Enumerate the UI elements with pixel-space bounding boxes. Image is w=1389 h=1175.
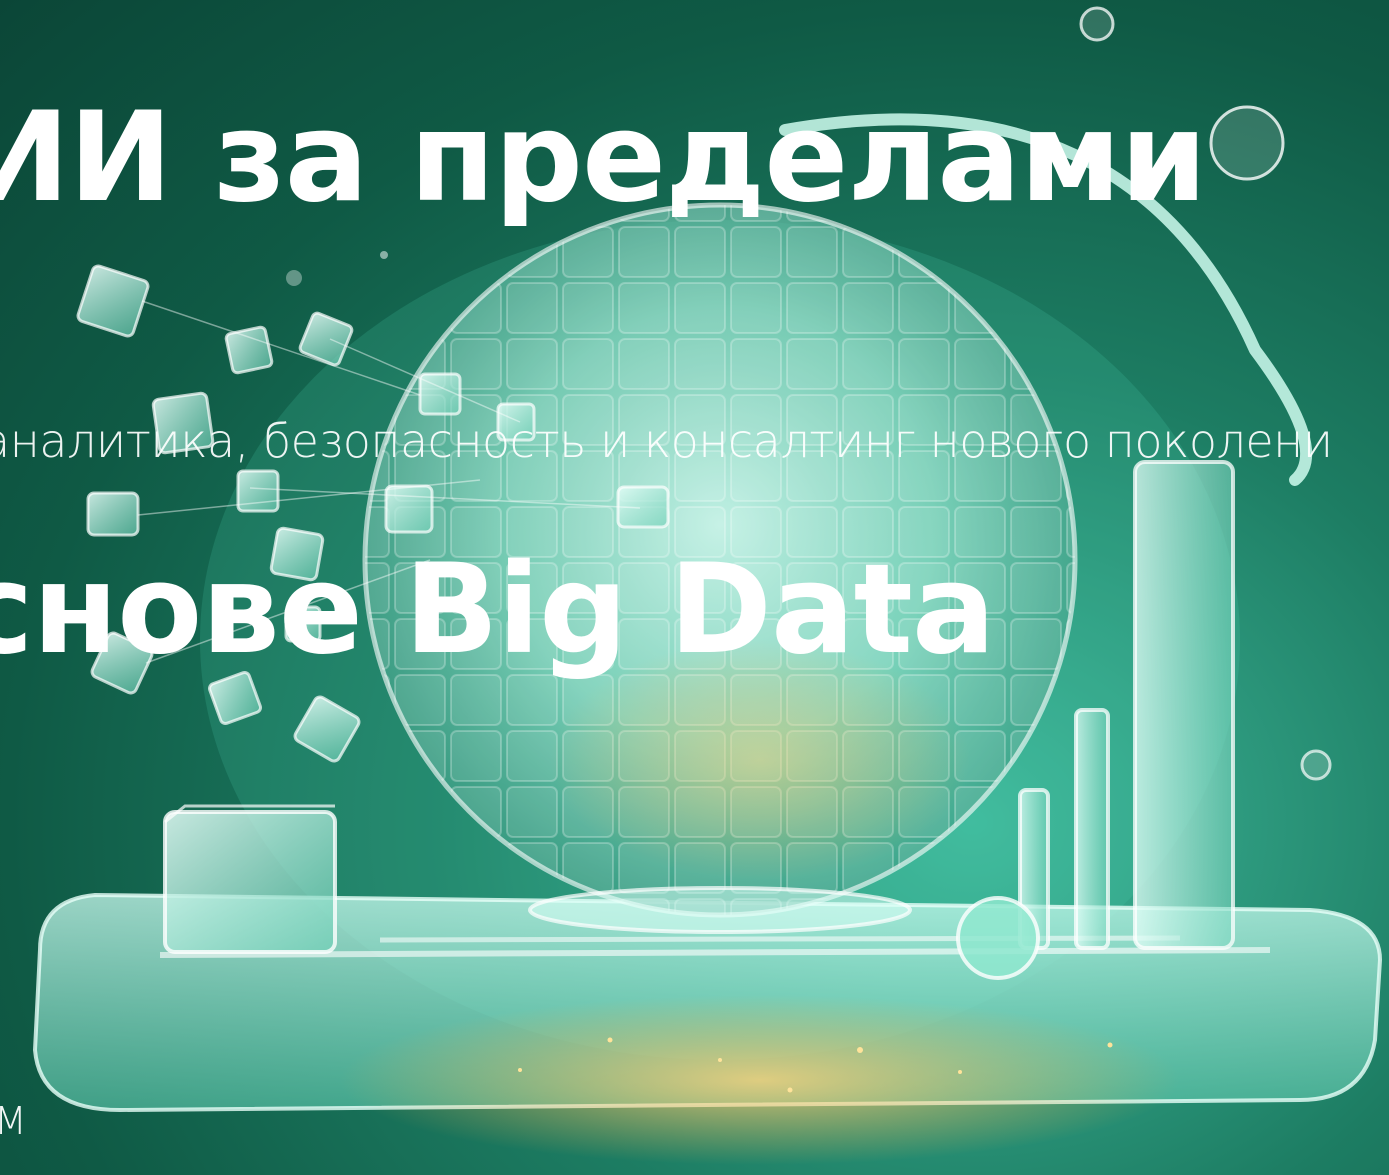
footer-text: М [0, 1099, 27, 1143]
hero-text-layer: ИИ за пределами аналитика, безопасность … [0, 0, 1389, 1175]
hero-banner: ИИ за пределами аналитика, безопасность … [0, 0, 1389, 1175]
headline-line-1: ИИ за пределами [0, 86, 1207, 230]
headline-line-2: снове Big Data [0, 538, 996, 682]
subtitle: аналитика, безопасность и консалтинг нов… [0, 414, 1333, 468]
